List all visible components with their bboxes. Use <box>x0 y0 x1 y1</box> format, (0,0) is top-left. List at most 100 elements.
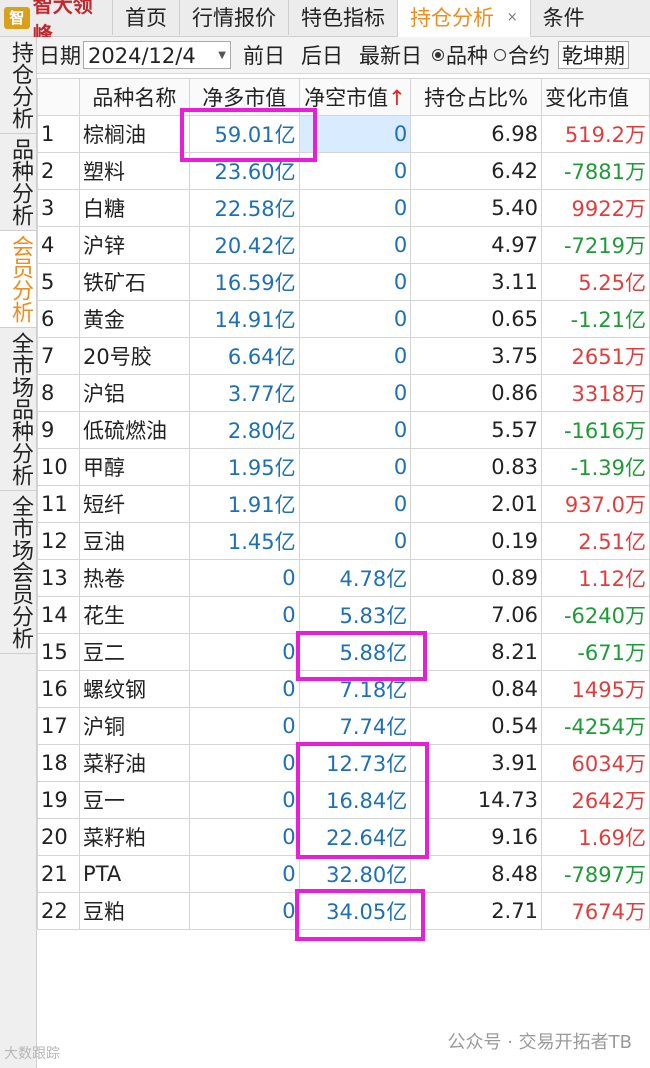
watermark-left: 大数跟踪 <box>4 1046 60 1062</box>
side-tab-variety[interactable]: 品种分析 <box>0 134 36 231</box>
row-name: 菜籽油 <box>79 744 190 782</box>
row-net-long: 1.91亿 <box>188 485 300 523</box>
row-ratio: 14.73 <box>410 781 542 819</box>
side-tab-member[interactable]: 会员分析 <box>0 231 36 328</box>
table-row[interactable]: 1 棕榈油 59.01亿 0 6.98 519.2万 <box>36 115 650 153</box>
row-ratio: 3.91 <box>410 744 542 782</box>
table-row[interactable]: 7 20号胶 6.64亿 0 3.75 2651万 <box>36 337 650 375</box>
table-row[interactable]: 11 短纤 1.91亿 0 2.01 937.0万 <box>36 485 650 523</box>
table-row[interactable]: 14 花生 0 5.83亿 7.06 -6240万 <box>36 596 650 634</box>
radio-variety[interactable]: 品种 <box>432 40 488 70</box>
row-net-long: 0 <box>188 855 300 893</box>
row-ratio: 0.65 <box>410 300 542 338</box>
row-index: 21 <box>36 855 81 893</box>
table-row[interactable]: 2 塑料 23.60亿 0 6.42 -7881万 <box>36 152 650 190</box>
header-name[interactable]: 品种名称 <box>79 78 190 116</box>
row-index: 17 <box>36 707 81 745</box>
row-change: 2.51亿 <box>540 522 650 560</box>
table-row[interactable]: 21 PTA 0 32.80亿 8.48 -7897万 <box>36 855 650 893</box>
logo-icon: 智 <box>4 7 30 29</box>
side-tab-market-variety[interactable]: 全市场品种分析 <box>0 328 36 491</box>
table-row[interactable]: 8 沪铝 3.77亿 0 0.86 3318万 <box>36 374 650 412</box>
tab-home[interactable]: 首页 <box>112 0 179 35</box>
header-ratio[interactable]: 持仓占比% <box>410 78 542 116</box>
chevron-down-icon: ▼ <box>218 50 226 61</box>
row-net-long: 0 <box>188 781 300 819</box>
tab-position-analysis-label: 持仓分析 <box>410 6 494 30</box>
row-index: 22 <box>36 892 81 930</box>
row-change: -1616万 <box>540 411 650 449</box>
row-net-short: 0 <box>298 226 412 264</box>
radio-checked-icon <box>432 49 444 61</box>
row-index: 5 <box>36 263 81 301</box>
row-net-long: 0 <box>188 559 300 597</box>
row-net-long: 22.58亿 <box>188 189 300 227</box>
row-change: -7219万 <box>540 226 650 264</box>
row-change: -6240万 <box>540 596 650 634</box>
prev-day-button[interactable]: 前日 <box>239 40 289 70</box>
row-change: 9922万 <box>540 189 650 227</box>
row-index: 2 <box>36 152 81 190</box>
table-row[interactable]: 13 热卷 0 4.78亿 0.89 1.12亿 <box>36 559 650 597</box>
row-index: 6 <box>36 300 81 338</box>
row-net-short: 0 <box>298 189 412 227</box>
side-tab-bar: 持仓分析 品种分析 会员分析 全市场品种分析 全市场会员分析 <box>0 37 37 1068</box>
row-index: 4 <box>36 226 81 264</box>
row-name: 甲醇 <box>79 448 190 486</box>
row-ratio: 2.71 <box>410 892 542 930</box>
header-index <box>36 78 81 116</box>
latest-day-button[interactable]: 最新日 <box>355 40 426 70</box>
table-row[interactable]: 9 低硫燃油 2.80亿 0 5.57 -1616万 <box>36 411 650 449</box>
table-row[interactable]: 10 甲醇 1.95亿 0 0.83 -1.39亿 <box>36 448 650 486</box>
row-name: 白糖 <box>79 189 190 227</box>
row-name: 沪锌 <box>79 226 190 264</box>
row-change: 2642万 <box>540 781 650 819</box>
tab-position-analysis[interactable]: 持仓分析 × <box>397 0 530 37</box>
row-name: 豆油 <box>79 522 190 560</box>
row-ratio: 0.54 <box>410 707 542 745</box>
highlight-box <box>296 742 429 859</box>
app-logo: 智 智大领峰 <box>0 0 112 46</box>
row-net-short: 0 <box>298 374 412 412</box>
table-row[interactable]: 5 铁矿石 16.59亿 0 3.11 5.25亿 <box>36 263 650 301</box>
table-row[interactable]: 6 黄金 14.91亿 0 0.65 -1.21亿 <box>36 300 650 338</box>
tab-conditions[interactable]: 条件 <box>529 0 597 35</box>
radio-unchecked-icon <box>494 49 506 61</box>
tab-indicators[interactable]: 特色指标 <box>288 0 397 35</box>
row-net-long: 0 <box>188 818 300 856</box>
member-select[interactable]: 乾坤期 <box>558 41 629 69</box>
row-index: 1 <box>36 115 81 153</box>
row-name: 塑料 <box>79 152 190 190</box>
row-index: 15 <box>36 633 81 671</box>
row-name: 黄金 <box>79 300 190 338</box>
tab-quotes[interactable]: 行情报价 <box>179 0 288 35</box>
side-tab-position[interactable]: 持仓分析 <box>0 37 36 134</box>
table-row[interactable]: 12 豆油 1.45亿 0 0.19 2.51亿 <box>36 522 650 560</box>
row-change: -671万 <box>540 633 650 671</box>
row-ratio: 5.40 <box>410 189 542 227</box>
table-row[interactable]: 17 沪铜 0 7.74亿 0.54 -4254万 <box>36 707 650 745</box>
header-net-short-label: 净空市值 <box>304 86 389 110</box>
date-value: 2024/12/4 <box>88 44 196 68</box>
row-change: 5.25亿 <box>540 263 650 301</box>
row-ratio: 8.21 <box>410 633 542 671</box>
row-net-short: 0 <box>298 300 412 338</box>
row-net-long: 1.95亿 <box>188 448 300 486</box>
row-name: 豆二 <box>79 633 190 671</box>
table-row[interactable]: 4 沪锌 20.42亿 0 4.97 -7219万 <box>36 226 650 264</box>
close-icon[interactable]: × <box>507 10 518 25</box>
date-picker[interactable]: 2024/12/4 ▼ <box>83 41 231 69</box>
table-row[interactable]: 3 白糖 22.58亿 0 5.40 9922万 <box>36 189 650 227</box>
next-day-button[interactable]: 后日 <box>297 40 347 70</box>
row-index: 8 <box>36 374 81 412</box>
row-net-short: 0 <box>298 263 412 301</box>
row-change: 1.69亿 <box>540 818 650 856</box>
row-change: -1.39亿 <box>540 448 650 486</box>
row-index: 9 <box>36 411 81 449</box>
row-name: 棕榈油 <box>79 115 190 153</box>
row-index: 13 <box>36 559 81 597</box>
row-index: 12 <box>36 522 81 560</box>
side-tab-market-member[interactable]: 全市场会员分析 <box>0 491 36 654</box>
radio-contract[interactable]: 合约 <box>494 40 550 70</box>
header-change[interactable]: 变化市值 <box>540 78 650 116</box>
